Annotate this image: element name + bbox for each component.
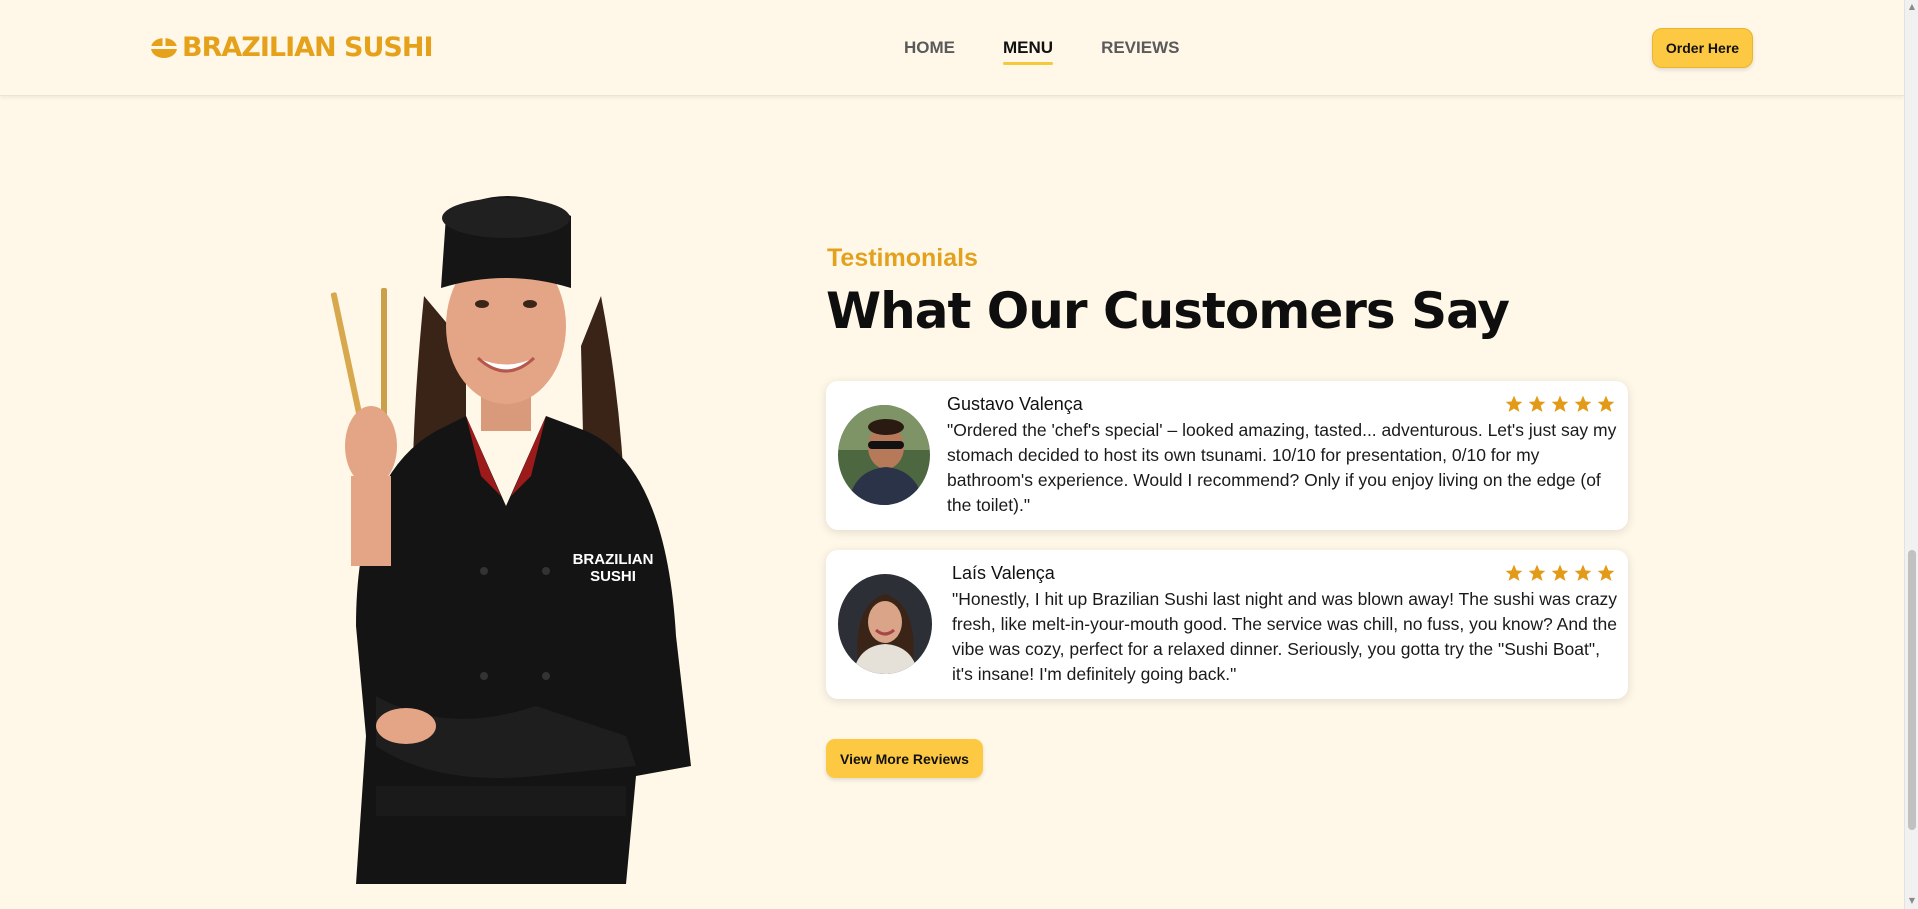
star-icon [1528, 564, 1546, 581]
logo[interactable]: BRAZILIAN SUSHI [150, 32, 433, 63]
star-icon [1505, 564, 1523, 581]
reviewer-photo [838, 574, 932, 674]
avatar [838, 405, 930, 505]
sushi-bowl-icon [151, 37, 177, 58]
scroll-thumb[interactable] [1908, 550, 1916, 830]
star-icon [1551, 395, 1569, 412]
review-text: "Honestly, I hit up Brazilian Sushi last… [952, 589, 1618, 684]
review-text: "Ordered the 'chef's special' – looked a… [947, 420, 1617, 515]
section-title: What Our Customers Say [826, 282, 1510, 340]
star-icon [1597, 395, 1615, 412]
star-icon [1551, 564, 1569, 581]
nav-reviews[interactable]: REVIEWS [1101, 38, 1179, 58]
testimonials-eyebrow: Testimonials [827, 244, 978, 272]
logo-text: BRAZILIAN SUSHI [182, 32, 433, 63]
reviewer-name: Laís Valença [952, 563, 1055, 583]
nav-menu[interactable]: MENU [1003, 38, 1054, 65]
review-card: Gustavo Valença "Ordered the 'chef's spe… [826, 381, 1628, 530]
star-rating [1504, 563, 1616, 583]
review-card: Laís Valença "Honestly, I hit up Brazili… [826, 550, 1628, 699]
star-icon [1574, 564, 1592, 581]
star-icon [1574, 395, 1592, 412]
main-nav: HOME MENU REVIEWS [904, 38, 1179, 65]
reviewer-name: Gustavo Valença [947, 394, 1083, 414]
nav-home[interactable]: HOME [904, 38, 955, 58]
view-more-reviews-button[interactable]: View More Reviews [826, 739, 983, 778]
scroll-down-icon[interactable]: ▼ [1908, 897, 1916, 905]
star-icon [1505, 395, 1523, 412]
reviewer-photo [838, 405, 930, 505]
chef-image: BRAZILIAN SUSHI [330, 196, 691, 884]
site-header: BRAZILIAN SUSHI HOME MENU REVIEWS Order … [0, 0, 1904, 96]
avatar [838, 574, 932, 674]
star-icon [1597, 564, 1615, 581]
svg-text:BRAZILIAN: BRAZILIAN [573, 551, 654, 568]
star-rating [1504, 394, 1616, 414]
scrollbar[interactable]: ▲ ▼ [1904, 0, 1918, 909]
svg-text:SUSHI: SUSHI [590, 568, 636, 585]
scroll-up-icon[interactable]: ▲ [1908, 3, 1916, 11]
star-icon [1528, 395, 1546, 412]
order-here-button[interactable]: Order Here [1652, 28, 1753, 68]
